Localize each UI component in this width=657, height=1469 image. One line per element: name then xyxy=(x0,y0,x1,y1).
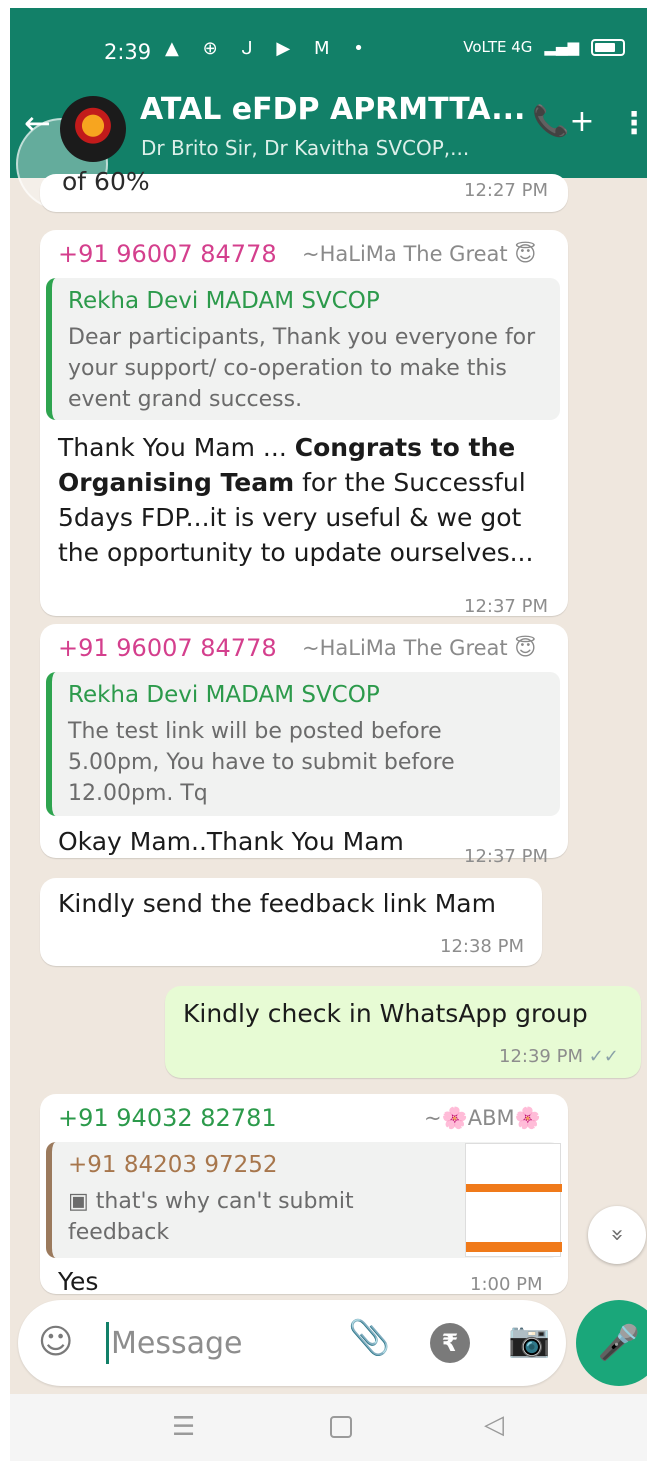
back-icon[interactable]: ← xyxy=(24,104,51,142)
group-title[interactable]: ATAL eFDP APRMTTA... xyxy=(140,92,525,127)
signal-icon: ▂▄▆ xyxy=(544,38,579,56)
scroll-down-button[interactable]: » xyxy=(588,1206,646,1264)
mic-icon: 🎤 xyxy=(597,1323,641,1363)
navigation-bar: ☰ ◁ xyxy=(10,1394,647,1461)
outgoing-message-bubble[interactable]: Kindly check in WhatsApp group 12:39 PM … xyxy=(165,986,641,1078)
sender-nickname: ~HaLiMa The Great 😇 xyxy=(302,242,537,266)
group-avatar[interactable] xyxy=(60,96,126,162)
message-time: 12:37 PM xyxy=(464,846,548,867)
quoted-text: The test link will be posted before 5.00… xyxy=(68,719,455,806)
message-bubble[interactable]: Kindly send the feedback link Mam 12:38 … xyxy=(40,878,542,966)
sender-phone[interactable]: +91 94032 82781 xyxy=(58,1104,277,1132)
quoted-text: Dear participants, Thank you everyone fo… xyxy=(68,325,536,412)
sender-phone[interactable]: +91 96007 84778 xyxy=(58,240,277,268)
group-members[interactable]: Dr Brito Sir, Dr Kavitha SVCOP,... xyxy=(141,136,469,160)
quoted-image-thumbnail[interactable] xyxy=(465,1143,562,1257)
payment-icon[interactable]: ₹ xyxy=(430,1323,470,1363)
thumbnail-header xyxy=(466,1184,562,1192)
message-time: 1:00 PM xyxy=(470,1274,543,1295)
message-time: 12:38 PM xyxy=(440,936,524,957)
quoted-sender: +91 84203 97252 xyxy=(68,1152,278,1178)
battery-icon xyxy=(591,38,625,56)
status-right: VoLTE 4G ▂▄▆ xyxy=(463,38,625,56)
message-text-part: Thank You Mam ... xyxy=(58,433,295,462)
message-time: 12:27 PM xyxy=(464,180,548,201)
thumbnail-footer xyxy=(466,1242,562,1252)
attach-icon[interactable]: 📎 xyxy=(348,1318,390,1358)
status-time: 2:39 xyxy=(104,40,152,64)
message-text: Kindly send the feedback link Mam xyxy=(58,889,496,918)
time-text: 12:39 PM xyxy=(499,1046,583,1067)
quoted-text: ▣ that's why can't submit feedback xyxy=(68,1189,354,1245)
message-time: 12:39 PM ✓✓ xyxy=(499,1046,619,1067)
more-options-icon[interactable]: ⋮ xyxy=(619,106,647,141)
chevron-down-icon: » xyxy=(605,1228,630,1242)
camera-icon[interactable]: 📷 xyxy=(508,1320,550,1360)
message-bubble[interactable]: +91 96007 84778 ~HaLiMa The Great 😇 Rekh… xyxy=(40,624,568,867)
nav-back-icon[interactable]: ◁ xyxy=(484,1410,504,1440)
voice-message-button[interactable]: 🎤 xyxy=(576,1300,647,1386)
network-indicator: VoLTE 4G xyxy=(463,38,533,56)
message-time: 12:37 PM xyxy=(464,596,548,617)
message-text: of 60% xyxy=(62,167,150,196)
add-call-icon[interactable]: 📞+ xyxy=(532,104,595,139)
sender-phone[interactable]: +91 96007 84778 xyxy=(58,634,277,662)
message-bubble[interactable]: of 60% 12:27 PM xyxy=(40,167,568,212)
text-caret xyxy=(106,1322,109,1364)
message-text: Thank You Mam ... Congrats to the Organi… xyxy=(58,430,548,570)
emoji-icon[interactable]: ☺ xyxy=(38,1322,73,1362)
message-text: Yes xyxy=(58,1267,99,1296)
quoted-message[interactable]: Rekha Devi MADAM SVCOP The test link wil… xyxy=(46,672,560,816)
message-input[interactable] xyxy=(111,1320,311,1366)
quoted-sender: Rekha Devi MADAM SVCOP xyxy=(68,682,380,708)
message-text: Okay Mam..Thank You Mam xyxy=(58,827,404,856)
quoted-message[interactable]: Rekha Devi MADAM SVCOP Dear participants… xyxy=(46,278,560,420)
recent-apps-icon[interactable]: ☰ xyxy=(172,1412,195,1442)
chat-header: 2:39 ▲ ⊕ ᒍ ▶ M • VoLTE 4G ▂▄▆ ← ATAL eFD… xyxy=(10,8,647,210)
read-ticks-icon: ✓✓ xyxy=(588,1046,619,1067)
sender-nickname: ~🌸ABM🌸 xyxy=(424,1106,541,1130)
message-bubble[interactable]: +91 96007 84778 ~HaLiMa The Great 😇 Rekh… xyxy=(40,230,568,617)
quoted-sender: Rekha Devi MADAM SVCOP xyxy=(68,288,380,314)
home-icon[interactable] xyxy=(330,1416,352,1438)
message-composer: ☺ 📎 ₹ 📷 xyxy=(18,1300,566,1386)
sender-nickname: ~HaLiMa The Great 😇 xyxy=(302,636,537,660)
notification-icons: ▲ ⊕ ᒍ ▶ M • xyxy=(165,38,373,59)
message-text: Kindly check in WhatsApp group xyxy=(183,999,588,1028)
whatsapp-screen: 2:39 ▲ ⊕ ᒍ ▶ M • VoLTE 4G ▂▄▆ ← ATAL eFD… xyxy=(10,8,647,1461)
